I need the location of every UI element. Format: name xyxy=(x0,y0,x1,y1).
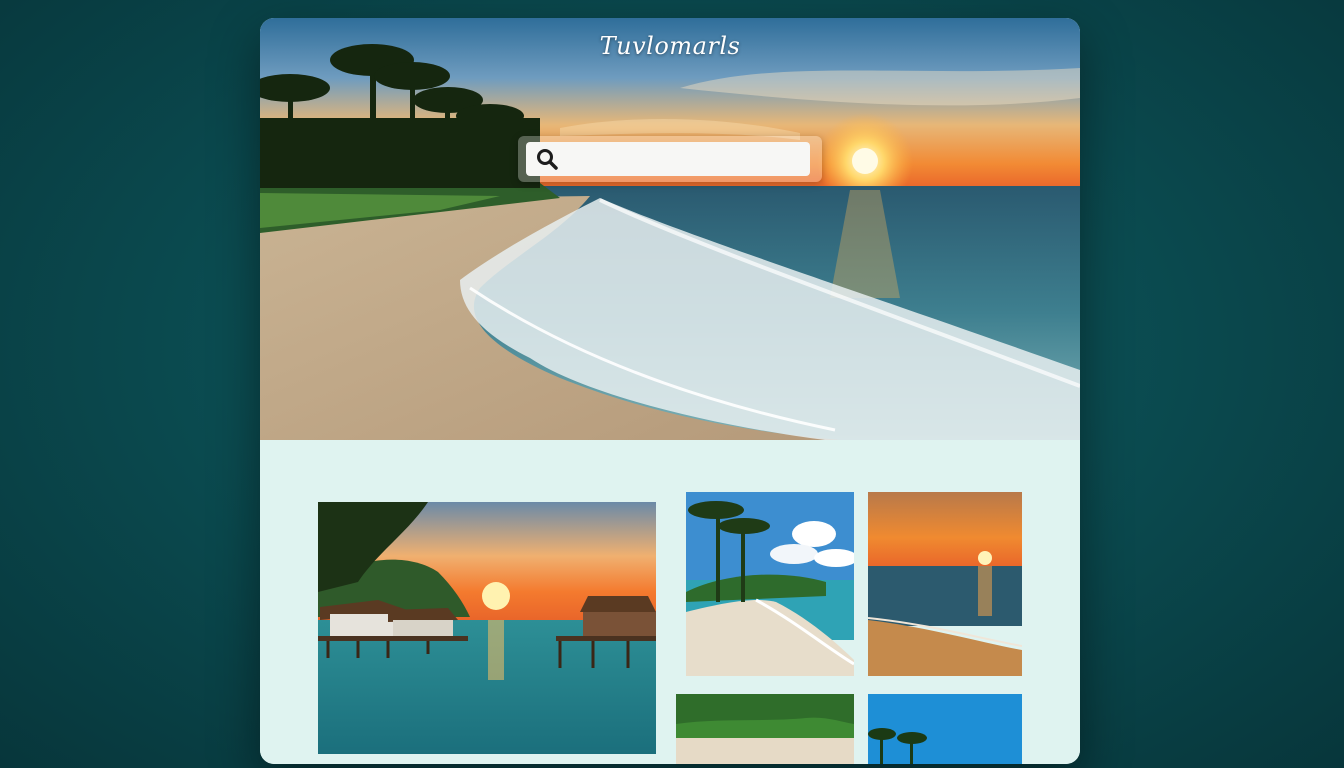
page-card: Tuvlomarls xyxy=(260,18,1080,764)
site-logo[interactable]: Tuvlomarls xyxy=(260,32,1080,60)
photo-gallery xyxy=(260,440,1080,764)
palm-beach-image xyxy=(686,492,854,676)
overwater-bungalows-image xyxy=(318,502,656,754)
jungle-beach-image xyxy=(676,694,854,764)
ocean-sunset-image xyxy=(868,492,1022,676)
gallery-tile-overwater-bungalows[interactable] xyxy=(318,502,656,754)
gallery-tile-jungle-beach[interactable] xyxy=(676,694,854,764)
gallery-tile-palm-beach[interactable] xyxy=(686,492,854,676)
search-icon[interactable] xyxy=(534,146,560,172)
search-field[interactable] xyxy=(526,142,810,176)
palm-sky-image xyxy=(868,694,1022,764)
hero-sunset-beach-image xyxy=(260,18,1080,440)
gallery-tile-palm-sky[interactable] xyxy=(868,694,1022,764)
hero-banner: Tuvlomarls xyxy=(260,18,1080,440)
search-input[interactable] xyxy=(568,143,802,175)
gallery-tile-ocean-sunset[interactable] xyxy=(868,492,1022,676)
search-bar xyxy=(518,136,822,182)
